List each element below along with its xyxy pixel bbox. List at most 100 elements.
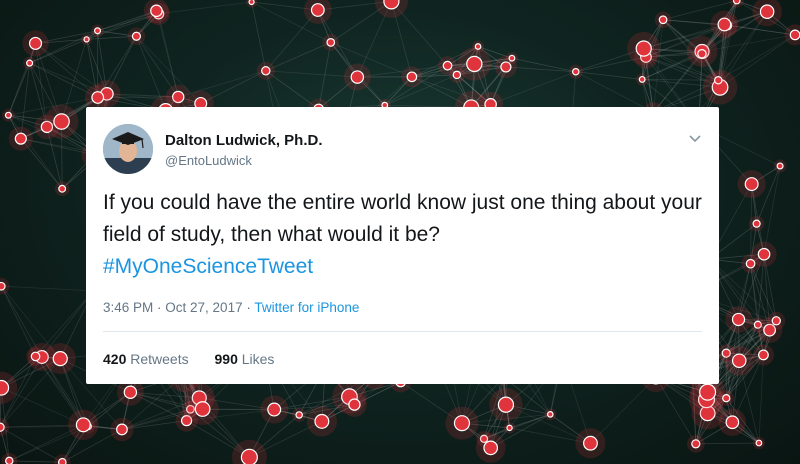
network-link [758, 354, 764, 444]
network-node [759, 4, 775, 19]
network-node [691, 439, 701, 449]
network-link [575, 71, 643, 80]
network-node [58, 184, 67, 193]
network-node [150, 4, 163, 18]
network-node [744, 177, 759, 192]
network-node [83, 36, 90, 43]
network-node [658, 15, 668, 25]
network-node [4, 111, 12, 119]
avatar[interactable] [103, 124, 153, 174]
network-node [776, 162, 784, 170]
network-node [752, 219, 761, 228]
network-node [326, 37, 336, 47]
network-node [5, 456, 14, 464]
author-name[interactable]: Dalton Ludwick, Ph.D. [165, 132, 323, 149]
network-node [93, 27, 102, 35]
network-node [758, 349, 769, 361]
network-node [0, 379, 10, 396]
network-node [310, 3, 325, 17]
likes-count: 990 [214, 351, 238, 367]
tweet-card: Dalton Ludwick, Ph.D. @EntoLudwick If yo… [86, 107, 719, 384]
tweet-stats: 420 Retweets 990 Likes [103, 351, 296, 367]
tweet-meta: 3:46 PM · Oct 27, 2017 · Twitter for iPh… [103, 300, 359, 315]
network-node [731, 312, 746, 327]
network-link [265, 42, 331, 72]
network-node [314, 413, 330, 429]
network-node [453, 415, 471, 432]
network-node [474, 43, 482, 50]
network-node [483, 440, 499, 456]
network-node [635, 40, 652, 57]
network-node [583, 435, 598, 451]
network-link [158, 1, 252, 15]
network-node [14, 132, 27, 145]
network-link [1, 285, 94, 292]
network-node [717, 17, 732, 32]
network-link [695, 442, 759, 445]
retweets-stat[interactable]: 420 Retweets [103, 351, 189, 367]
network-node [732, 0, 741, 5]
network-node [295, 411, 303, 419]
divider [103, 331, 702, 332]
network-node [771, 316, 781, 326]
network-node [789, 29, 800, 41]
network-node [248, 0, 255, 6]
likes-label: Likes [241, 351, 275, 367]
network-node [714, 75, 723, 85]
network-node [725, 415, 740, 430]
meta-separator: · [153, 300, 166, 315]
network-node [638, 75, 646, 83]
network-node [722, 394, 731, 403]
network-node [757, 247, 771, 261]
tweet-body: If you could have the entire world know … [103, 187, 703, 283]
network-node [755, 439, 763, 447]
network-node [497, 396, 515, 413]
network-link [0, 286, 36, 357]
author-handle[interactable]: @EntoLudwick [165, 153, 252, 168]
network-node [350, 70, 365, 84]
network-node [699, 383, 717, 401]
tweet-time[interactable]: 3:46 PM [103, 300, 153, 315]
network-node [571, 67, 580, 76]
likes-stat[interactable]: 990 Likes [215, 351, 275, 367]
network-node [442, 60, 453, 71]
chevron-down-icon[interactable] [688, 131, 702, 145]
network-node [546, 411, 554, 418]
network-node [745, 258, 756, 269]
network-link [265, 70, 358, 78]
tweet-source-link[interactable]: Twitter for iPhone [254, 300, 359, 315]
network-node [267, 402, 282, 417]
network-node [194, 401, 211, 417]
network-node [0, 281, 6, 291]
tweet-text: If you could have the entire world know … [103, 191, 702, 246]
network-node [0, 422, 5, 432]
network-node [731, 353, 747, 369]
network-node [348, 398, 361, 411]
network-node [131, 31, 142, 41]
network-node [28, 36, 43, 50]
network-node [116, 423, 128, 436]
network-node [697, 48, 707, 59]
network-node [508, 54, 516, 62]
network-node [452, 70, 462, 80]
network-node [53, 113, 70, 130]
network-node [30, 351, 41, 362]
network-node [52, 350, 68, 367]
network-node [466, 55, 483, 73]
network-node [123, 385, 138, 399]
retweets-count: 420 [103, 351, 127, 367]
avatar-image [103, 124, 153, 174]
network-link [763, 165, 781, 255]
network-node [261, 66, 271, 76]
network-node [26, 59, 34, 67]
network-node [506, 424, 513, 432]
tweet-date[interactable]: Oct 27, 2017 [165, 300, 242, 315]
hashtag-link[interactable]: #MyOneScienceTweet [103, 255, 313, 278]
meta-separator: · [242, 300, 255, 315]
network-link [251, 1, 267, 71]
network-node [406, 71, 418, 83]
network-node [240, 448, 258, 464]
network-node [75, 417, 91, 433]
retweets-label: Retweets [130, 351, 189, 367]
network-node [57, 457, 67, 464]
